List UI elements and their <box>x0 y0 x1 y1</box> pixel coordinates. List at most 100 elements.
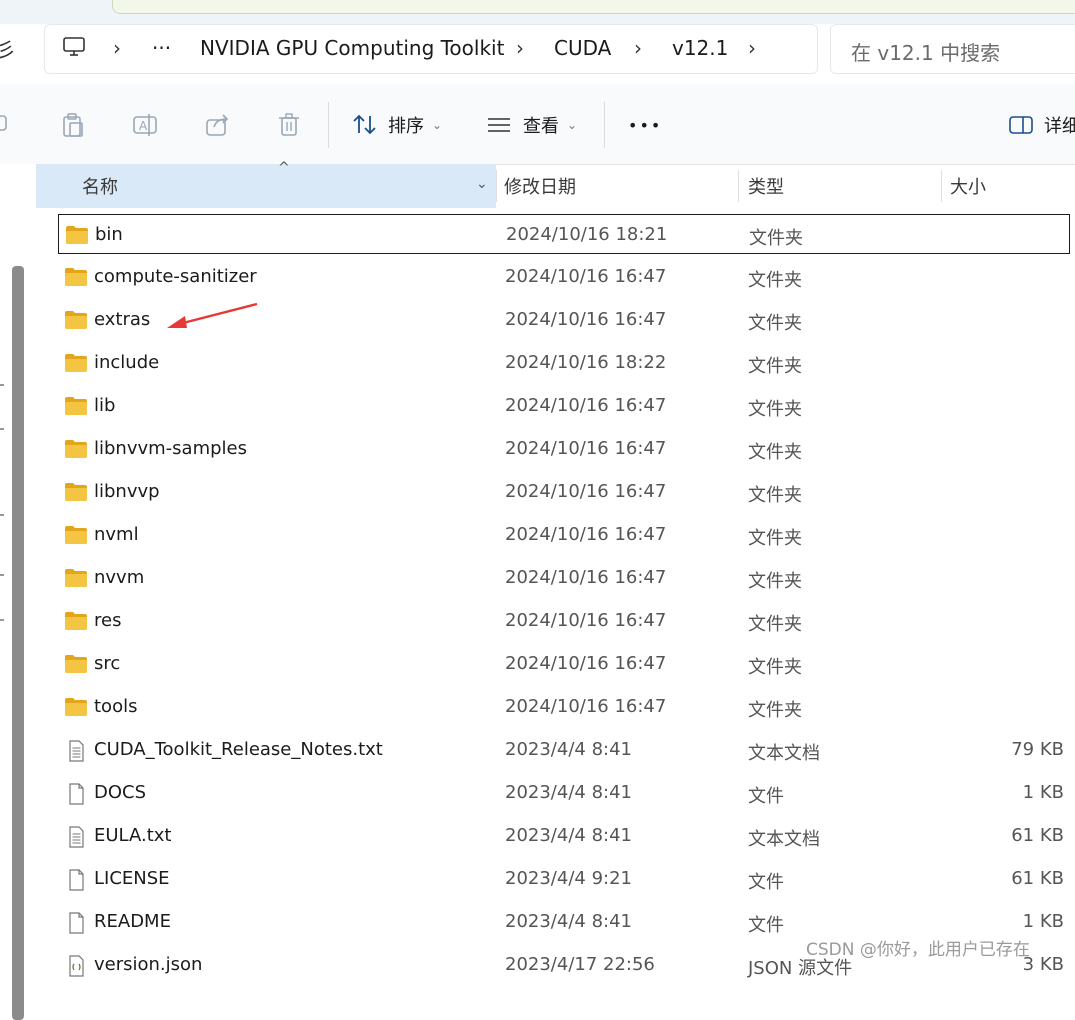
file-name: libnvvm-samples <box>94 438 247 459</box>
file-name: libnvvp <box>94 481 160 502</box>
file-type: 文件夹 <box>748 571 802 592</box>
folder-icon <box>64 654 88 674</box>
file-type: 文本文档 <box>748 829 820 850</box>
file-row[interactable]: libnvvm-samples 2024/10/16 16:47 文件夹 <box>58 429 1070 469</box>
details-label: 详细 <box>1044 116 1075 137</box>
file-row[interactable]: src 2024/10/16 16:47 文件夹 <box>58 644 1070 684</box>
nav-edge-mark <box>0 384 4 386</box>
file-row[interactable]: res 2024/10/16 16:47 文件夹 <box>58 601 1070 641</box>
file-date: 2023/4/4 8:41 <box>505 911 632 932</box>
file-row[interactable]: LICENSE 2023/4/4 9:21 文件 61 KB <box>58 859 1070 899</box>
chevron-down-icon: ⌄ <box>567 118 578 132</box>
column-header-type[interactable]: 类型 <box>748 164 784 208</box>
column-type-label: 类型 <box>748 177 784 198</box>
comment-icon[interactable] <box>0 112 12 138</box>
file-date: 2024/10/16 16:47 <box>505 266 667 287</box>
breadcrumb-chevron-icon[interactable]: › <box>634 36 642 60</box>
file-row[interactable]: include 2024/10/16 18:22 文件夹 <box>58 343 1070 383</box>
column-separator[interactable] <box>738 170 739 202</box>
text-file-icon <box>64 826 88 848</box>
folder-icon <box>65 225 89 245</box>
file-date: 2023/4/4 9:21 <box>505 868 632 889</box>
json-file-icon <box>64 955 88 977</box>
breadcrumb-chevron-icon[interactable]: › <box>113 36 121 60</box>
folder-icon <box>64 439 88 459</box>
column-name-label: 名称 <box>82 177 118 198</box>
delete-icon[interactable] <box>276 112 302 138</box>
file-row[interactable]: compute-sanitizer 2024/10/16 16:47 文件夹 <box>58 257 1070 297</box>
file-row[interactable]: CUDA_Toolkit_Release_Notes.txt 2023/4/4 8… <box>58 730 1070 770</box>
svg-text:A: A <box>139 119 148 133</box>
search-box[interactable]: 在 v12.1 中搜索 <box>830 24 1075 74</box>
breadcrumb-cuda[interactable]: CUDA <box>554 36 611 60</box>
nav-edge-mark <box>0 514 4 516</box>
file-type: 文件夹 <box>748 313 802 334</box>
column-header-size[interactable]: 大小 <box>950 164 986 208</box>
view-list-icon <box>488 118 510 132</box>
more-button[interactable]: ••• <box>628 110 662 140</box>
details-pane-button[interactable]: 详细 <box>1008 110 1075 140</box>
file-name: extras <box>94 309 151 330</box>
file-name: lib <box>94 395 116 416</box>
file-row[interactable]: lib 2024/10/16 16:47 文件夹 <box>58 386 1070 426</box>
title-bar-strip <box>0 0 1075 24</box>
file-date: 2024/10/16 16:47 <box>505 481 667 502</box>
breadcrumb-chevron-icon[interactable]: › <box>516 36 524 60</box>
sort-button[interactable]: 排序 ⌄ <box>352 110 442 140</box>
breadcrumb-v12-1[interactable]: v12.1 <box>672 36 728 60</box>
more-icon: ••• <box>628 115 663 135</box>
file-name: nvml <box>94 524 139 545</box>
file-icon <box>64 783 88 805</box>
this-pc-icon[interactable] <box>62 35 88 61</box>
sort-label: 排序 <box>388 116 424 137</box>
tab-edge <box>112 0 1075 14</box>
breadcrumb-nvidia-toolkit[interactable]: NVIDIA GPU Computing Toolkit <box>200 36 504 60</box>
file-type: 文件夹 <box>748 356 802 377</box>
file-icon <box>64 912 88 934</box>
nav-scrollbar[interactable] <box>12 266 24 1020</box>
file-date: 2023/4/4 8:41 <box>505 782 632 803</box>
search-input[interactable]: 在 v12.1 中搜索 <box>851 37 1000 66</box>
file-row[interactable]: nvvm 2024/10/16 16:47 文件夹 <box>58 558 1070 598</box>
column-separator[interactable] <box>496 170 497 202</box>
breadcrumb-overflow[interactable]: ··· <box>152 36 171 60</box>
file-type: 文件夹 <box>748 270 802 291</box>
file-type: 文件夹 <box>748 657 802 678</box>
breadcrumb-chevron-icon[interactable]: › <box>748 36 756 60</box>
sort-icon <box>353 114 376 135</box>
folder-icon <box>64 525 88 545</box>
folder-icon <box>64 396 88 416</box>
chevron-down-icon[interactable]: ⌄ <box>476 176 488 192</box>
file-size: 61 KB <box>1011 868 1064 889</box>
rename-icon[interactable]: A <box>132 112 158 138</box>
column-header-row: 名称 ^ ⌄ 修改日期 类型 大小 <box>36 160 1075 208</box>
file-row[interactable]: libnvvp 2024/10/16 16:47 文件夹 <box>58 472 1070 512</box>
column-header-name[interactable]: 名称 ^ ⌄ <box>36 160 496 208</box>
file-name: bin <box>95 224 123 245</box>
file-row[interactable]: DOCS 2023/4/4 8:41 文件 1 KB <box>58 773 1070 813</box>
file-row[interactable]: EULA.txt 2023/4/4 8:41 文本文档 61 KB <box>58 816 1070 856</box>
folder-icon <box>64 267 88 287</box>
file-row[interactable]: nvml 2024/10/16 16:47 文件夹 <box>58 515 1070 555</box>
file-size: 1 KB <box>1022 911 1064 932</box>
paste-icon[interactable] <box>60 112 86 138</box>
column-header-date[interactable]: 修改日期 <box>504 164 576 208</box>
file-date: 2024/10/16 18:22 <box>505 352 667 373</box>
share-icon[interactable] <box>204 112 230 138</box>
file-name: tools <box>94 696 138 717</box>
file-type: 文件夹 <box>748 528 802 549</box>
file-row[interactable]: bin 2024/10/16 18:21 文件夹 <box>58 214 1070 254</box>
column-separator[interactable] <box>941 170 942 202</box>
file-name: LICENSE <box>94 868 170 889</box>
text-file-icon <box>64 740 88 762</box>
view-button[interactable]: 查看 ⌄ <box>486 110 577 140</box>
file-date: 2024/10/16 16:47 <box>505 438 667 459</box>
file-date: 2023/4/4 8:41 <box>505 825 632 846</box>
toolbar-divider <box>328 102 329 148</box>
file-type: 文件夹 <box>748 399 802 420</box>
file-type: 文件夹 <box>748 442 802 463</box>
file-name: res <box>94 610 122 631</box>
navigation-pane <box>0 164 36 1020</box>
file-row[interactable]: tools 2024/10/16 16:47 文件夹 <box>58 687 1070 727</box>
chevron-down-icon: ⌄ <box>432 118 443 132</box>
